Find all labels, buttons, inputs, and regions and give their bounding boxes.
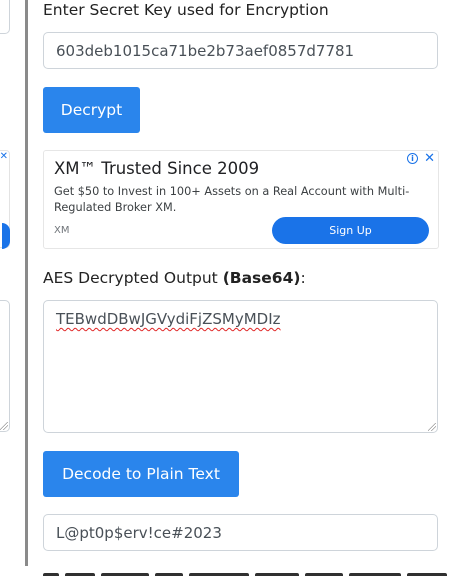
- left-column-fragment: ✕: [0, 0, 28, 576]
- ad-signup-button[interactable]: Sign Up: [272, 217, 429, 244]
- left-ad-fragment: ✕: [0, 150, 10, 249]
- decrypted-output-value[interactable]: TEBwdDBwJGVydiFjZSMyMDIz: [56, 310, 281, 328]
- ad-brand: XM: [54, 225, 70, 236]
- left-ad-close-icon: ✕: [0, 151, 8, 162]
- resize-grip-icon: [0, 422, 8, 430]
- ad-headline[interactable]: XM™ Trusted Since 2009: [54, 159, 259, 178]
- decrypt-button[interactable]: Decrypt: [43, 87, 140, 133]
- secret-key-input[interactable]: [43, 32, 438, 69]
- decrypted-output-label: AES Decrypted Output (Base64):: [43, 269, 306, 287]
- left-input-fragment: [0, 0, 10, 34]
- decrypted-output-textarea[interactable]: TEBwdDBwJGVydiFjZSMyMDIz: [43, 300, 438, 433]
- output-label-suffix: :: [300, 269, 306, 287]
- info-icon[interactable]: i: [407, 153, 418, 164]
- advertisement-banner[interactable]: XM™ Trusted Since 2009 Get $50 to Invest…: [43, 150, 439, 249]
- close-icon[interactable]: ✕: [424, 151, 435, 166]
- column-divider: [25, 0, 28, 566]
- output-label-text: AES Decrypted Output: [43, 269, 223, 287]
- ad-description: Get $50 to Invest in 100+ Assets on a Re…: [54, 185, 410, 214]
- plain-text-output-field[interactable]: [43, 514, 438, 551]
- secret-key-label: Enter Secret Key used for Encryption: [43, 1, 329, 19]
- resize-grip-icon[interactable]: [428, 423, 436, 431]
- left-textarea-fragment: [0, 300, 10, 432]
- decode-plain-text-button[interactable]: Decode to Plain Text: [43, 451, 239, 497]
- cutoff-text-line: [43, 568, 459, 576]
- output-label-format: (Base64): [222, 269, 301, 287]
- left-ad-button-fragment: [2, 223, 10, 249]
